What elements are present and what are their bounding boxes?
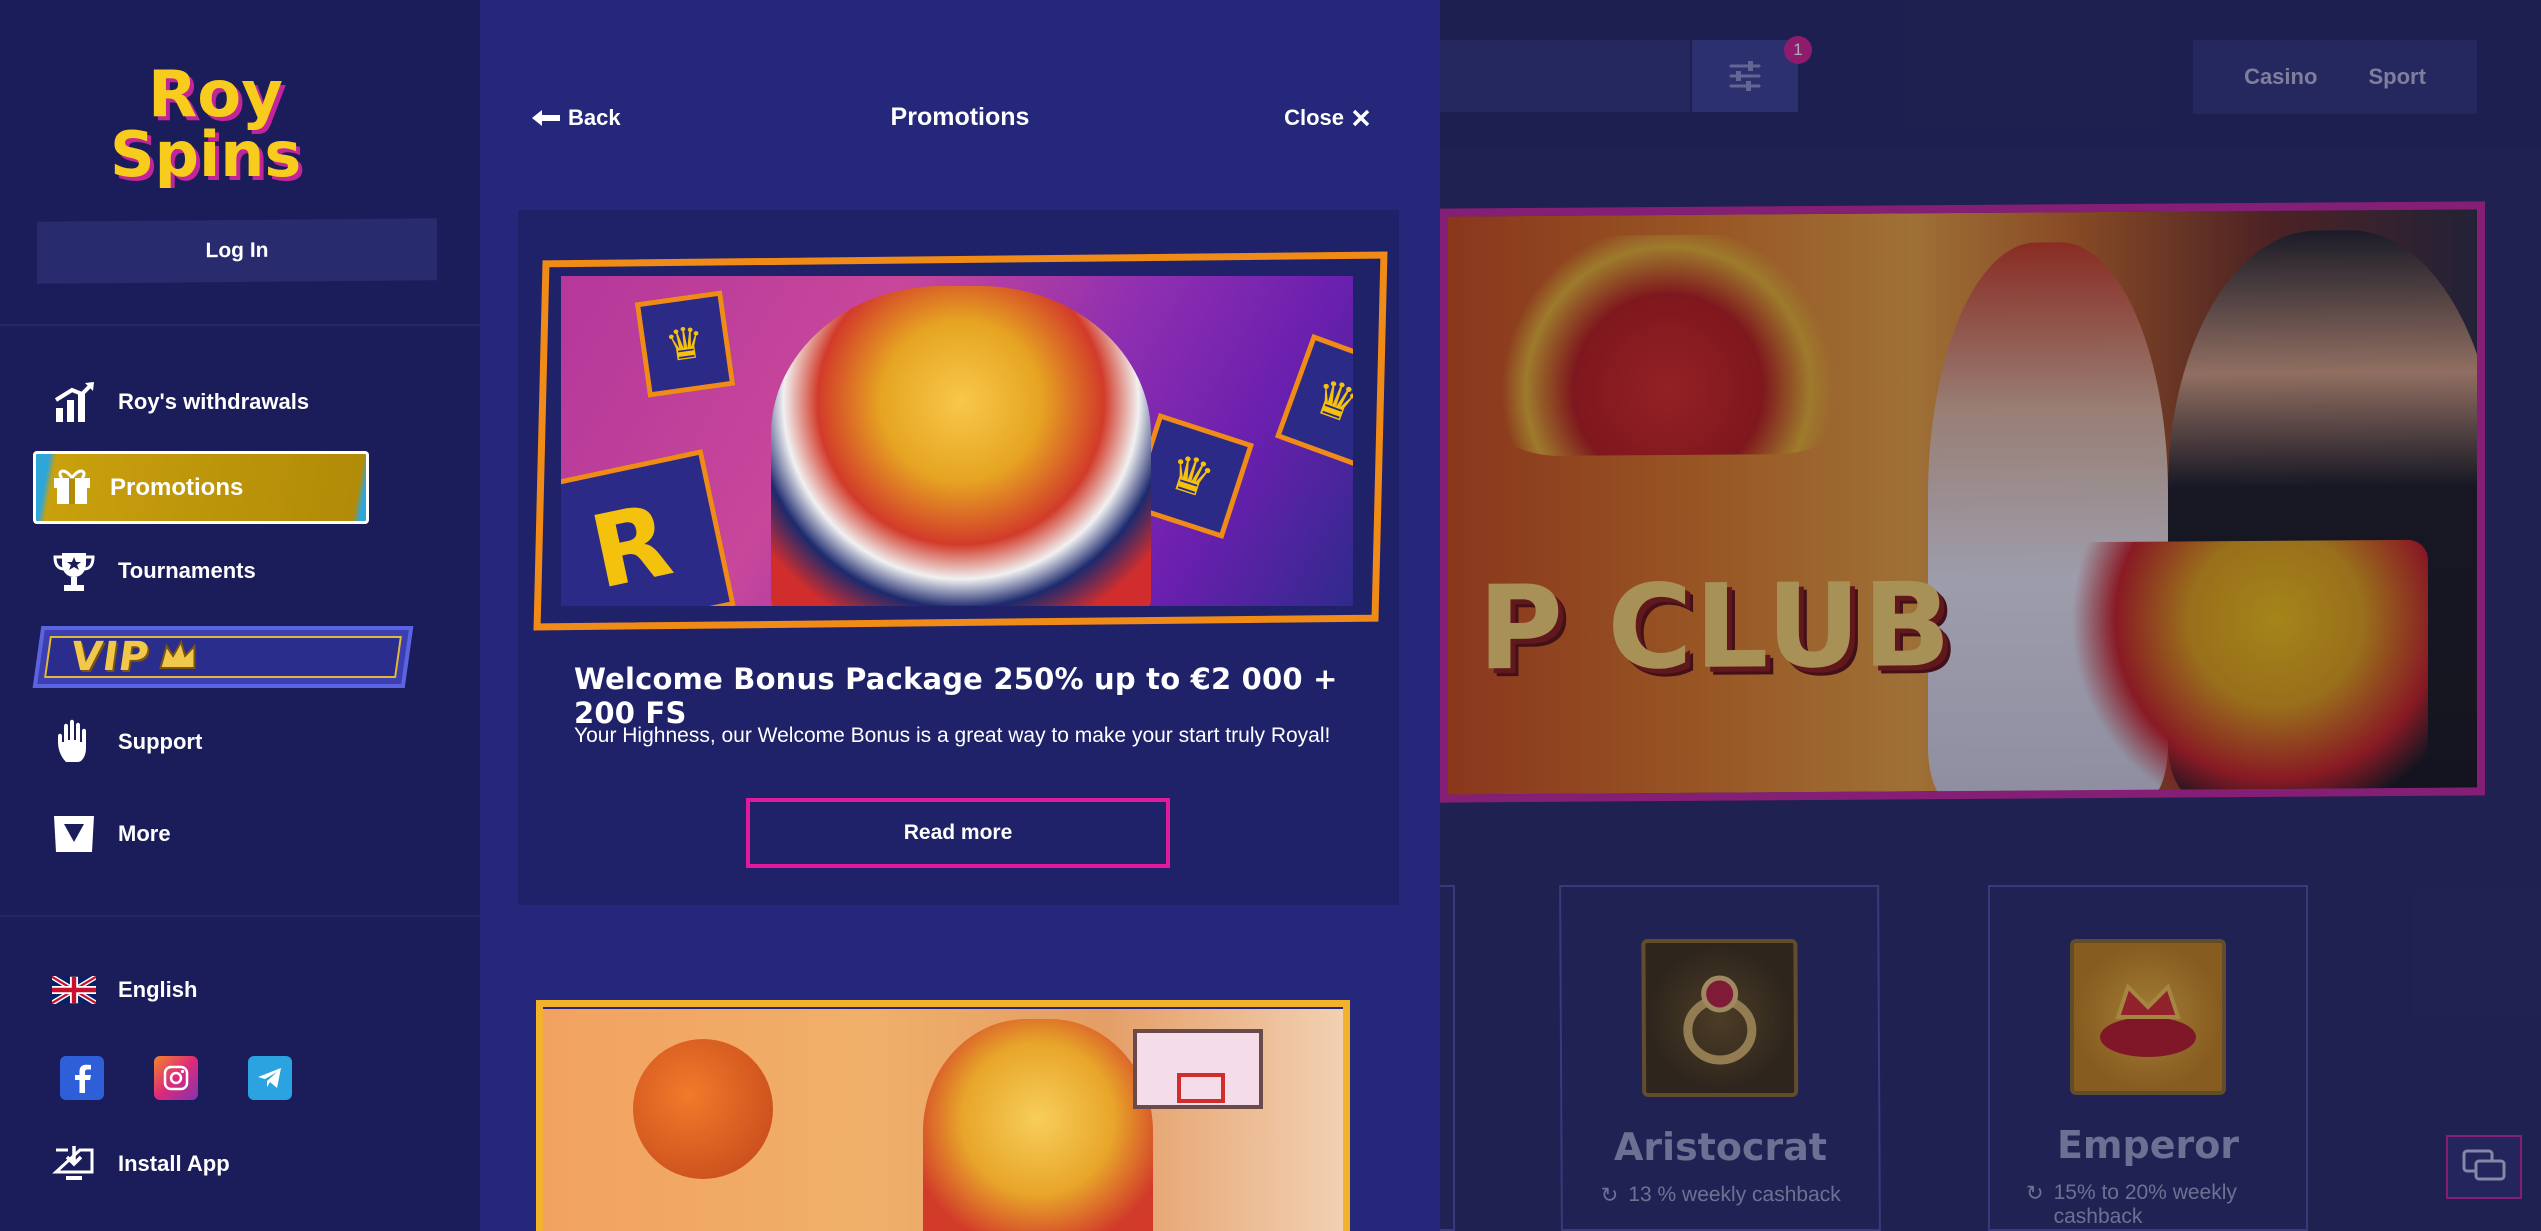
language-label: English [118,977,198,1002]
sidebar-item-label: Roy's withdrawals [118,389,310,414]
vip-level-card-aristocrat[interactable]: Aristocrat ↻ 13 % weekly cashback [1559,885,1881,1231]
sidebar-item-tournaments[interactable]: Tournaments [50,547,256,595]
gift-illustration [2048,539,2428,803]
install-app-button[interactable]: Install App [50,1140,230,1188]
sidebar: Roy Roy Spins Spins Log In Roy's withdra… [0,0,480,1231]
facebook-icon[interactable] [60,1056,104,1100]
crown-icon [156,638,201,677]
svg-text:Spins: Spins [110,118,301,188]
chat-icon [2462,1149,2506,1181]
promo-image[interactable] [543,1009,1343,1231]
search-input[interactable] [1440,40,1690,112]
king-lion-illustration [771,286,1151,606]
filter-button[interactable] [1692,40,1798,112]
promotions-panel: Back Promotions Close ♛ R ♛ ♛ Welcome Bo… [480,0,1440,1231]
hoop-illustration [1133,1029,1263,1109]
cashback-icon: ↻ [1600,1184,1619,1207]
chat-support-button[interactable] [2446,1135,2522,1199]
vip-club-hero-banner[interactable]: P CLUB [1440,201,2485,803]
uk-flag-icon [50,966,98,1014]
crown-pillow-icon [2070,939,2226,1095]
lion-illustration [923,1019,1153,1231]
vip-level-name: Emperor [2056,1123,2240,1167]
download-monitor-icon [50,1140,98,1188]
divider [0,324,480,326]
sidebar-item-label: Promotions [110,473,244,501]
close-icon [1352,109,1370,127]
ring-icon [1641,939,1799,1097]
panel-header: Back Promotions Close [480,95,1440,145]
sidebar-item-label: Tournaments [118,558,256,583]
promo-description: Your Highness, our Welcome Bonus is a gr… [574,724,1331,747]
vip-level-cashback: ↻ 15% to 20% weekly cashback [2026,1181,2237,1228]
vip-level-card-emperor[interactable]: Emperor ↻ 15% to 20% weekly cashback [1988,885,2308,1231]
casino-tab[interactable]: Casino [2244,64,2317,90]
crown-illustration [1488,233,1848,457]
promo-title: Welcome Bonus Package 250% up to €2 000 … [574,662,1338,730]
basketball-illustration [633,1039,773,1179]
read-more-button[interactable]: Read more [746,798,1170,868]
hand-icon [50,718,98,766]
sidebar-item-more[interactable]: More [50,810,171,858]
sport-tab[interactable]: Sport [2368,64,2425,90]
roy-spins-logo[interactable]: Roy Roy Spins Spins [108,58,373,195]
crown-tile-icon: ♛ [1274,333,1353,469]
trophy-icon [50,547,98,595]
mode-switch: Casino Sport [2193,40,2477,114]
divider [0,915,480,917]
vip-level-name: Aristocrat [1613,1125,1828,1169]
sidebar-item-withdrawals[interactable]: Roy's withdrawals [50,378,309,426]
sidebar-item-label: More [118,821,171,846]
dropdown-triangle-icon [50,810,98,858]
vip-label: VIP [67,634,153,680]
hero-title: P CLUB [1478,558,1953,697]
login-button[interactable]: Log In [37,218,437,284]
sidebar-item-promotions[interactable]: Promotions [33,451,369,524]
install-app-label: Install App [118,1151,230,1176]
sliders-icon [1729,61,1761,91]
crown-tile-icon: ♛ [634,290,736,398]
sidebar-item-support[interactable]: Support [50,718,202,766]
sidebar-vip-banner[interactable]: VIP [32,626,414,688]
gift-icon [50,462,94,513]
filter-count-badge: 1 [1784,36,1812,64]
language-selector[interactable]: English [50,966,197,1014]
promo-card-welcome-bonus: ♛ R ♛ ♛ Welcome Bonus Package 250% up to… [518,210,1399,905]
promo-image[interactable]: ♛ R ♛ ♛ [533,251,1388,631]
logo-tile-icon: R [561,449,736,606]
close-button[interactable]: Close [1284,105,1370,131]
instagram-icon[interactable] [154,1056,198,1100]
telegram-icon[interactable] [248,1056,292,1100]
sidebar-item-label: Support [118,729,203,754]
cashback-icon: ↻ [2026,1182,2044,1205]
vip-level-cashback: ↻ 13 % weekly cashback [1600,1183,1841,1207]
chart-up-icon [50,378,98,426]
promo-card-basketball [536,1000,1350,1231]
